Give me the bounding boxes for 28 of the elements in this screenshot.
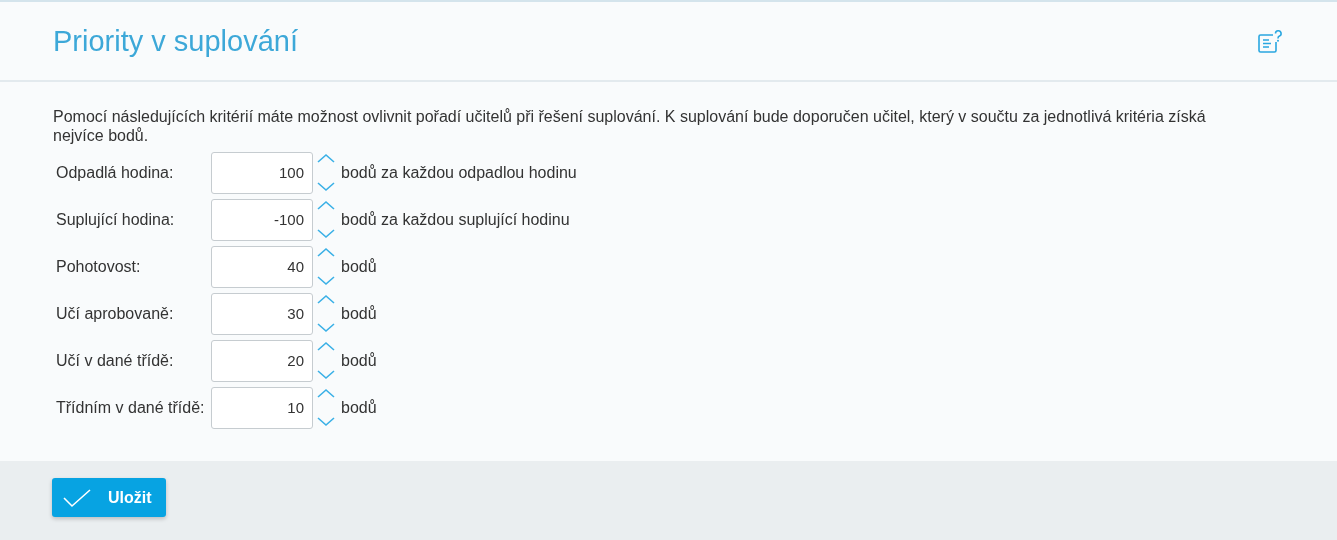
number-input[interactable]: 10 <box>211 386 313 429</box>
criterion-label: Učí aprobovaně: <box>55 304 175 323</box>
criterion-label: Učí v dané třídě: <box>55 351 175 370</box>
number-input[interactable]: 40 <box>211 245 313 288</box>
page-title: Priority v suplování <box>53 24 298 58</box>
description-text: Pomocí následujících kritérií máte možnost ovlivnit pořadí učitelů při řešení suplování. K suplování bude doporučen učitel, který v součtu za jednotlivá kritéria získá nejvíce bodů. <box>53 107 1207 145</box>
spinner-icon[interactable] <box>316 198 336 241</box>
number-input[interactable]: 30 <box>211 292 313 335</box>
unit-label: bodů <box>341 304 377 323</box>
number-input[interactable]: -100 <box>211 198 313 241</box>
spinner-icon[interactable] <box>316 151 336 194</box>
number-input[interactable]: 100 <box>211 151 313 194</box>
unit-label: bodů za každou odpadlou hodinu <box>341 163 577 182</box>
check-icon <box>62 487 92 508</box>
unit-label: bodů <box>341 351 377 370</box>
unit-label: bodů <box>341 257 377 276</box>
criterion-label: Odpadlá hodina: <box>55 163 175 182</box>
help-icon[interactable] <box>1257 28 1283 54</box>
spinner-icon[interactable] <box>316 245 336 288</box>
criterion-label: Suplující hodina: <box>55 210 176 229</box>
spinner-icon[interactable] <box>316 386 336 429</box>
criterion-label: Pohotovost: <box>55 257 142 276</box>
unit-label: bodů za každou suplující hodinu <box>341 210 570 229</box>
unit-label: bodů <box>341 398 377 417</box>
spinner-icon[interactable] <box>316 339 336 382</box>
spinner-icon[interactable] <box>316 292 336 335</box>
number-input[interactable]: 20 <box>211 339 313 382</box>
criterion-label: Třídním v dané třídě: <box>55 398 206 417</box>
